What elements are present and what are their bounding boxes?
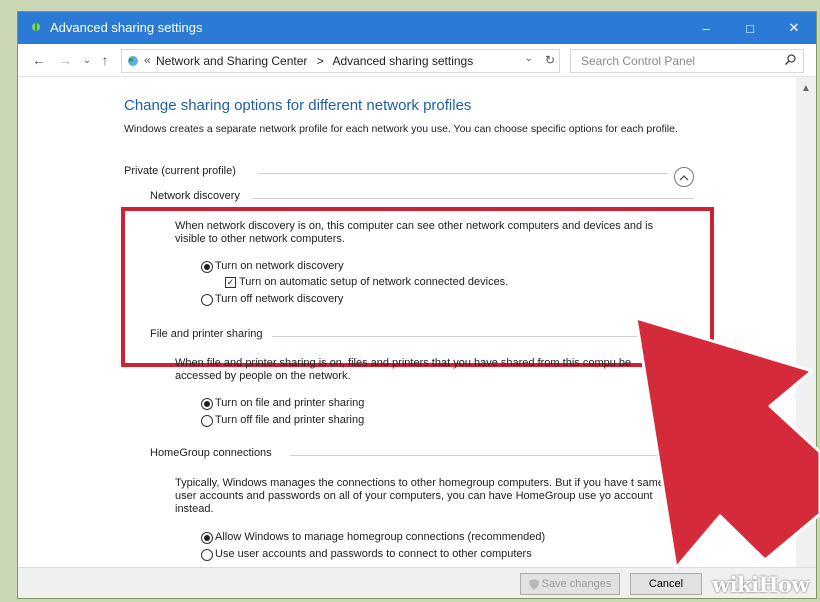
back-button[interactable]: ← [30, 51, 48, 69]
search-placeholder: Search Control Panel [581, 54, 696, 68]
file-printer-description: When file and printer sharing is on, fil… [175, 357, 632, 382]
address-toolbar: ← → ⌄ ↑ « Network and Sharing Center > A… [18, 44, 816, 77]
back-arrow-icon: ← [32, 52, 46, 68]
homegroup-description: Typically, Windows manages the connectio… [175, 477, 664, 515]
page-title: Change sharing options for different net… [124, 97, 472, 114]
address-bar[interactable]: « Network and Sharing Center > Advanced … [121, 49, 560, 73]
settings-content: Change sharing options for different net… [18, 77, 796, 567]
vertical-scrollbar[interactable]: ▲ [796, 77, 816, 567]
dialog-footer: Save changes Cancel [18, 567, 816, 598]
breadcrumb-network-sharing-center[interactable]: Network and Sharing Center [156, 54, 307, 68]
turn-off-file-sharing-label[interactable]: Turn off file and printer sharing [215, 414, 364, 427]
allow-windows-manage-radio[interactable] [201, 532, 213, 544]
advanced-sharing-window: Advanced sharing settings – □ ✕ ← → ⌄ ↑ … [18, 12, 816, 598]
turn-on-file-sharing-label[interactable]: Turn on file and printer sharing [215, 397, 364, 410]
file-printer-heading: File and printer sharing [150, 328, 263, 340]
wikihow-watermark: wikiHow [712, 572, 810, 597]
cancel-button[interactable]: Cancel [630, 573, 702, 595]
turn-off-file-sharing-radio[interactable] [201, 415, 213, 427]
window-title: Advanced sharing settings [50, 20, 203, 35]
use-accounts-label[interactable]: Use user accounts and passwords to conne… [215, 548, 532, 561]
title-bar[interactable]: Advanced sharing settings – □ ✕ [18, 12, 816, 44]
forward-button[interactable]: → [56, 51, 74, 69]
profile-divider [258, 173, 668, 174]
chevron-down-icon: ⌄ [82, 54, 92, 66]
forward-arrow-icon: → [58, 52, 72, 68]
highlight-box [121, 207, 714, 367]
homegroup-heading: HomeGroup connections [150, 447, 272, 459]
turn-on-file-sharing-radio[interactable] [201, 398, 213, 410]
breadcrumb-advanced-sharing[interactable]: Advanced sharing settings [332, 54, 473, 68]
profile-header[interactable]: Private (current profile) [124, 165, 236, 177]
up-button[interactable]: ↑ [96, 51, 114, 69]
network-icon [32, 22, 40, 32]
maximize-button[interactable]: □ [728, 12, 772, 44]
page-description: Windows creates a separate network profi… [124, 123, 678, 135]
homegroup-divider [290, 455, 694, 456]
chevron-up-icon [679, 174, 689, 180]
recent-locations-button[interactable]: ⌄ [78, 51, 96, 69]
network-discovery-divider [252, 198, 694, 199]
file-printer-divider [272, 336, 694, 337]
refresh-icon[interactable]: ↻ [545, 53, 555, 67]
network-sharing-center-icon [128, 56, 138, 66]
save-changes-button[interactable]: Save changes [520, 573, 620, 595]
shield-icon [528, 578, 539, 590]
breadcrumb-separator[interactable]: > [317, 54, 324, 68]
search-input[interactable]: Search Control Panel [570, 49, 804, 73]
search-icon [784, 54, 796, 66]
overflow-chevron[interactable]: « [144, 53, 151, 67]
breadcrumb: Network and Sharing Center > Advanced sh… [156, 54, 473, 68]
scroll-up-icon[interactable]: ▲ [801, 83, 811, 94]
allow-windows-manage-label[interactable]: Allow Windows to manage homegroup connec… [215, 531, 545, 544]
minimize-button[interactable]: – [684, 12, 728, 44]
use-accounts-radio[interactable] [201, 549, 213, 561]
collapse-profile-button[interactable] [674, 167, 694, 187]
address-dropdown-icon[interactable]: ⌄ [525, 53, 533, 64]
up-arrow-icon: ↑ [101, 52, 109, 68]
close-button[interactable]: ✕ [772, 12, 816, 44]
network-discovery-heading: Network discovery [150, 190, 240, 202]
